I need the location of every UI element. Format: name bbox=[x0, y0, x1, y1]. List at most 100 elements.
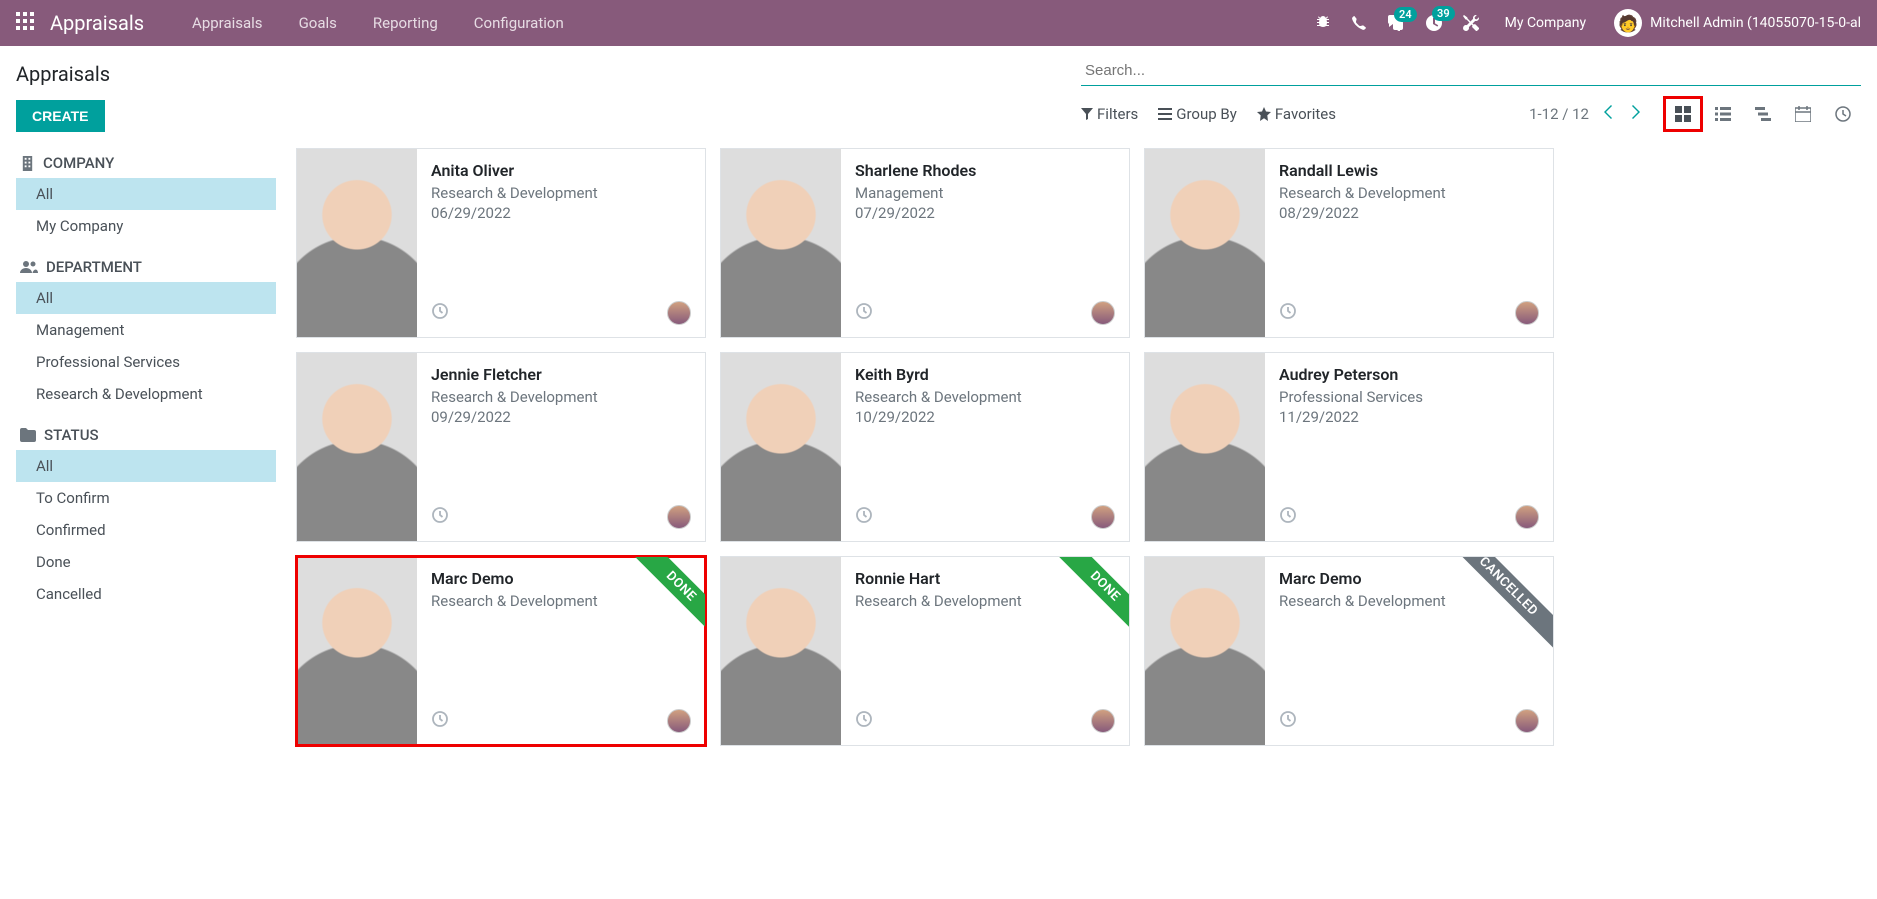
assignee-avatar[interactable] bbox=[1515, 301, 1539, 325]
activities-icon[interactable]: 39 bbox=[1425, 14, 1443, 32]
activity-clock-icon[interactable] bbox=[431, 506, 449, 528]
department-label: Research & Development bbox=[431, 388, 691, 406]
view-kanban-icon[interactable] bbox=[1665, 98, 1701, 130]
breadcrumb-title: Appraisals bbox=[16, 62, 939, 86]
department-label: Management bbox=[855, 184, 1115, 202]
bug-icon[interactable] bbox=[1315, 15, 1331, 31]
filters-button[interactable]: Filters bbox=[1081, 105, 1138, 123]
appraisal-card[interactable]: Keith ByrdResearch & Development10/29/20… bbox=[720, 352, 1130, 542]
appraisal-date: 09/29/2022 bbox=[431, 408, 691, 426]
groupby-button[interactable]: Group By bbox=[1158, 105, 1237, 123]
employee-photo bbox=[297, 353, 417, 541]
employee-name: Keith Byrd bbox=[855, 365, 1115, 384]
sidebar-item-all[interactable]: All bbox=[16, 450, 276, 482]
activity-clock-icon[interactable] bbox=[855, 506, 873, 528]
messages-badge: 24 bbox=[1394, 7, 1417, 22]
department-label: Research & Development bbox=[1279, 184, 1539, 202]
appraisal-card[interactable]: Randall Lewis Research & Development 08/29… bbox=[1144, 148, 1554, 338]
appraisal-card[interactable]: DONEMarc DemoResearch & Development bbox=[296, 556, 706, 746]
employee-photo bbox=[1145, 557, 1265, 745]
department-label: Research & Development bbox=[431, 592, 691, 610]
activity-clock-icon[interactable] bbox=[1279, 302, 1297, 324]
view-activity-icon[interactable] bbox=[1825, 98, 1861, 130]
assignee-avatar[interactable] bbox=[1091, 505, 1115, 529]
sidebar-item-professional-services[interactable]: Professional Services bbox=[16, 346, 276, 378]
employee-name: Anita Oliver bbox=[431, 161, 691, 180]
activity-clock-icon[interactable] bbox=[855, 302, 873, 324]
assignee-avatar[interactable] bbox=[1091, 301, 1115, 325]
assignee-avatar[interactable] bbox=[667, 301, 691, 325]
appraisal-date: 10/29/2022 bbox=[855, 408, 1115, 426]
employee-name: Sharlene Rhodes bbox=[855, 161, 1115, 180]
sidebar-section-status: STATUS bbox=[16, 420, 276, 450]
search-input[interactable] bbox=[1081, 56, 1861, 86]
sidebar-item-my-company[interactable]: My Company bbox=[16, 210, 276, 242]
sidebar-section-company: COMPANY bbox=[16, 148, 276, 178]
appraisal-card[interactable]: DONERonnie HartResearch & Development bbox=[720, 556, 1130, 746]
company-selector[interactable]: My Company bbox=[1505, 15, 1587, 31]
employee-photo bbox=[721, 557, 841, 745]
assignee-avatar[interactable] bbox=[667, 709, 691, 733]
activity-clock-icon[interactable] bbox=[431, 302, 449, 324]
messages-icon[interactable]: 24 bbox=[1387, 15, 1405, 31]
top-nav: Appraisals Appraisals Goals Reporting Co… bbox=[0, 0, 1877, 46]
appraisal-date: 08/29/2022 bbox=[1279, 204, 1539, 222]
employee-name: Audrey Peterson bbox=[1279, 365, 1539, 384]
pager-prev-icon[interactable] bbox=[1599, 101, 1617, 127]
sidebar-item-all[interactable]: All bbox=[16, 282, 276, 314]
create-button[interactable]: CREATE bbox=[16, 100, 105, 132]
view-gantt-icon[interactable] bbox=[1745, 98, 1781, 130]
appraisal-date: 11/29/2022 bbox=[1279, 408, 1539, 426]
sidebar-item-research-&-development[interactable]: Research & Development bbox=[16, 378, 276, 410]
control-panel: Appraisals CREATE Filters Group By Favor… bbox=[0, 46, 1877, 132]
menu-goals[interactable]: Goals bbox=[281, 14, 355, 32]
department-label: Professional Services bbox=[1279, 388, 1539, 406]
employee-photo bbox=[721, 353, 841, 541]
appraisal-date: 06/29/2022 bbox=[431, 204, 691, 222]
sidebar-item-cancelled[interactable]: Cancelled bbox=[16, 578, 276, 610]
appraisal-card[interactable]: Jennie Fletcher Research & Development 09/… bbox=[296, 352, 706, 542]
activity-clock-icon[interactable] bbox=[1279, 710, 1297, 732]
appraisal-card[interactable]: Anita Oliver Research & Development 06/29/… bbox=[296, 148, 706, 338]
pager-next-icon[interactable] bbox=[1627, 101, 1645, 127]
employee-name: Randall Lewis bbox=[1279, 161, 1539, 180]
assignee-avatar[interactable] bbox=[1515, 505, 1539, 529]
pager-text[interactable]: 1-12 / 12 bbox=[1529, 105, 1589, 123]
activity-clock-icon[interactable] bbox=[431, 710, 449, 732]
assignee-avatar[interactable] bbox=[1091, 709, 1115, 733]
assignee-avatar[interactable] bbox=[667, 505, 691, 529]
sidebar-item-to-confirm[interactable]: To Confirm bbox=[16, 482, 276, 514]
sidebar-item-confirmed[interactable]: Confirmed bbox=[16, 514, 276, 546]
employee-photo bbox=[297, 149, 417, 337]
activities-badge: 39 bbox=[1432, 6, 1455, 21]
view-calendar-icon[interactable] bbox=[1785, 98, 1821, 130]
appraisal-card[interactable]: Audrey Peterson Professional Services 11/2… bbox=[1144, 352, 1554, 542]
department-label: Research & Development bbox=[431, 184, 691, 202]
employee-photo bbox=[297, 557, 417, 745]
user-menu[interactable]: 🧑 Mitchell Admin (14055070-15-0-al bbox=[1614, 9, 1861, 37]
menu-reporting[interactable]: Reporting bbox=[355, 14, 456, 32]
department-label: Research & Development bbox=[855, 592, 1115, 610]
activity-clock-icon[interactable] bbox=[855, 710, 873, 732]
favorites-button[interactable]: Favorites bbox=[1257, 105, 1336, 123]
app-brand[interactable]: Appraisals bbox=[50, 11, 144, 35]
sidebar-item-management[interactable]: Management bbox=[16, 314, 276, 346]
apps-icon[interactable] bbox=[16, 12, 34, 35]
tools-icon[interactable] bbox=[1463, 15, 1479, 31]
user-avatar-icon: 🧑 bbox=[1614, 9, 1642, 37]
sidebar-section-department: DEPARTMENT bbox=[16, 252, 276, 282]
view-list-icon[interactable] bbox=[1705, 98, 1741, 130]
appraisal-card[interactable]: CANCELLEDMarc DemoResearch & Development bbox=[1144, 556, 1554, 746]
kanban-grid: Anita Oliver Research & Development 06/29/… bbox=[276, 148, 1877, 746]
sidebar-item-all[interactable]: All bbox=[16, 178, 276, 210]
sidebar-item-done[interactable]: Done bbox=[16, 546, 276, 578]
phone-icon[interactable] bbox=[1351, 15, 1367, 31]
appraisal-card[interactable]: Sharlene RhodesManagement07/29/2022 bbox=[720, 148, 1130, 338]
menu-appraisals[interactable]: Appraisals bbox=[174, 14, 281, 32]
activity-clock-icon[interactable] bbox=[1279, 506, 1297, 528]
assignee-avatar[interactable] bbox=[1515, 709, 1539, 733]
menu-configuration[interactable]: Configuration bbox=[456, 14, 582, 32]
employee-photo bbox=[721, 149, 841, 337]
employee-name: Jennie Fletcher bbox=[431, 365, 691, 384]
employee-photo bbox=[1145, 353, 1265, 541]
